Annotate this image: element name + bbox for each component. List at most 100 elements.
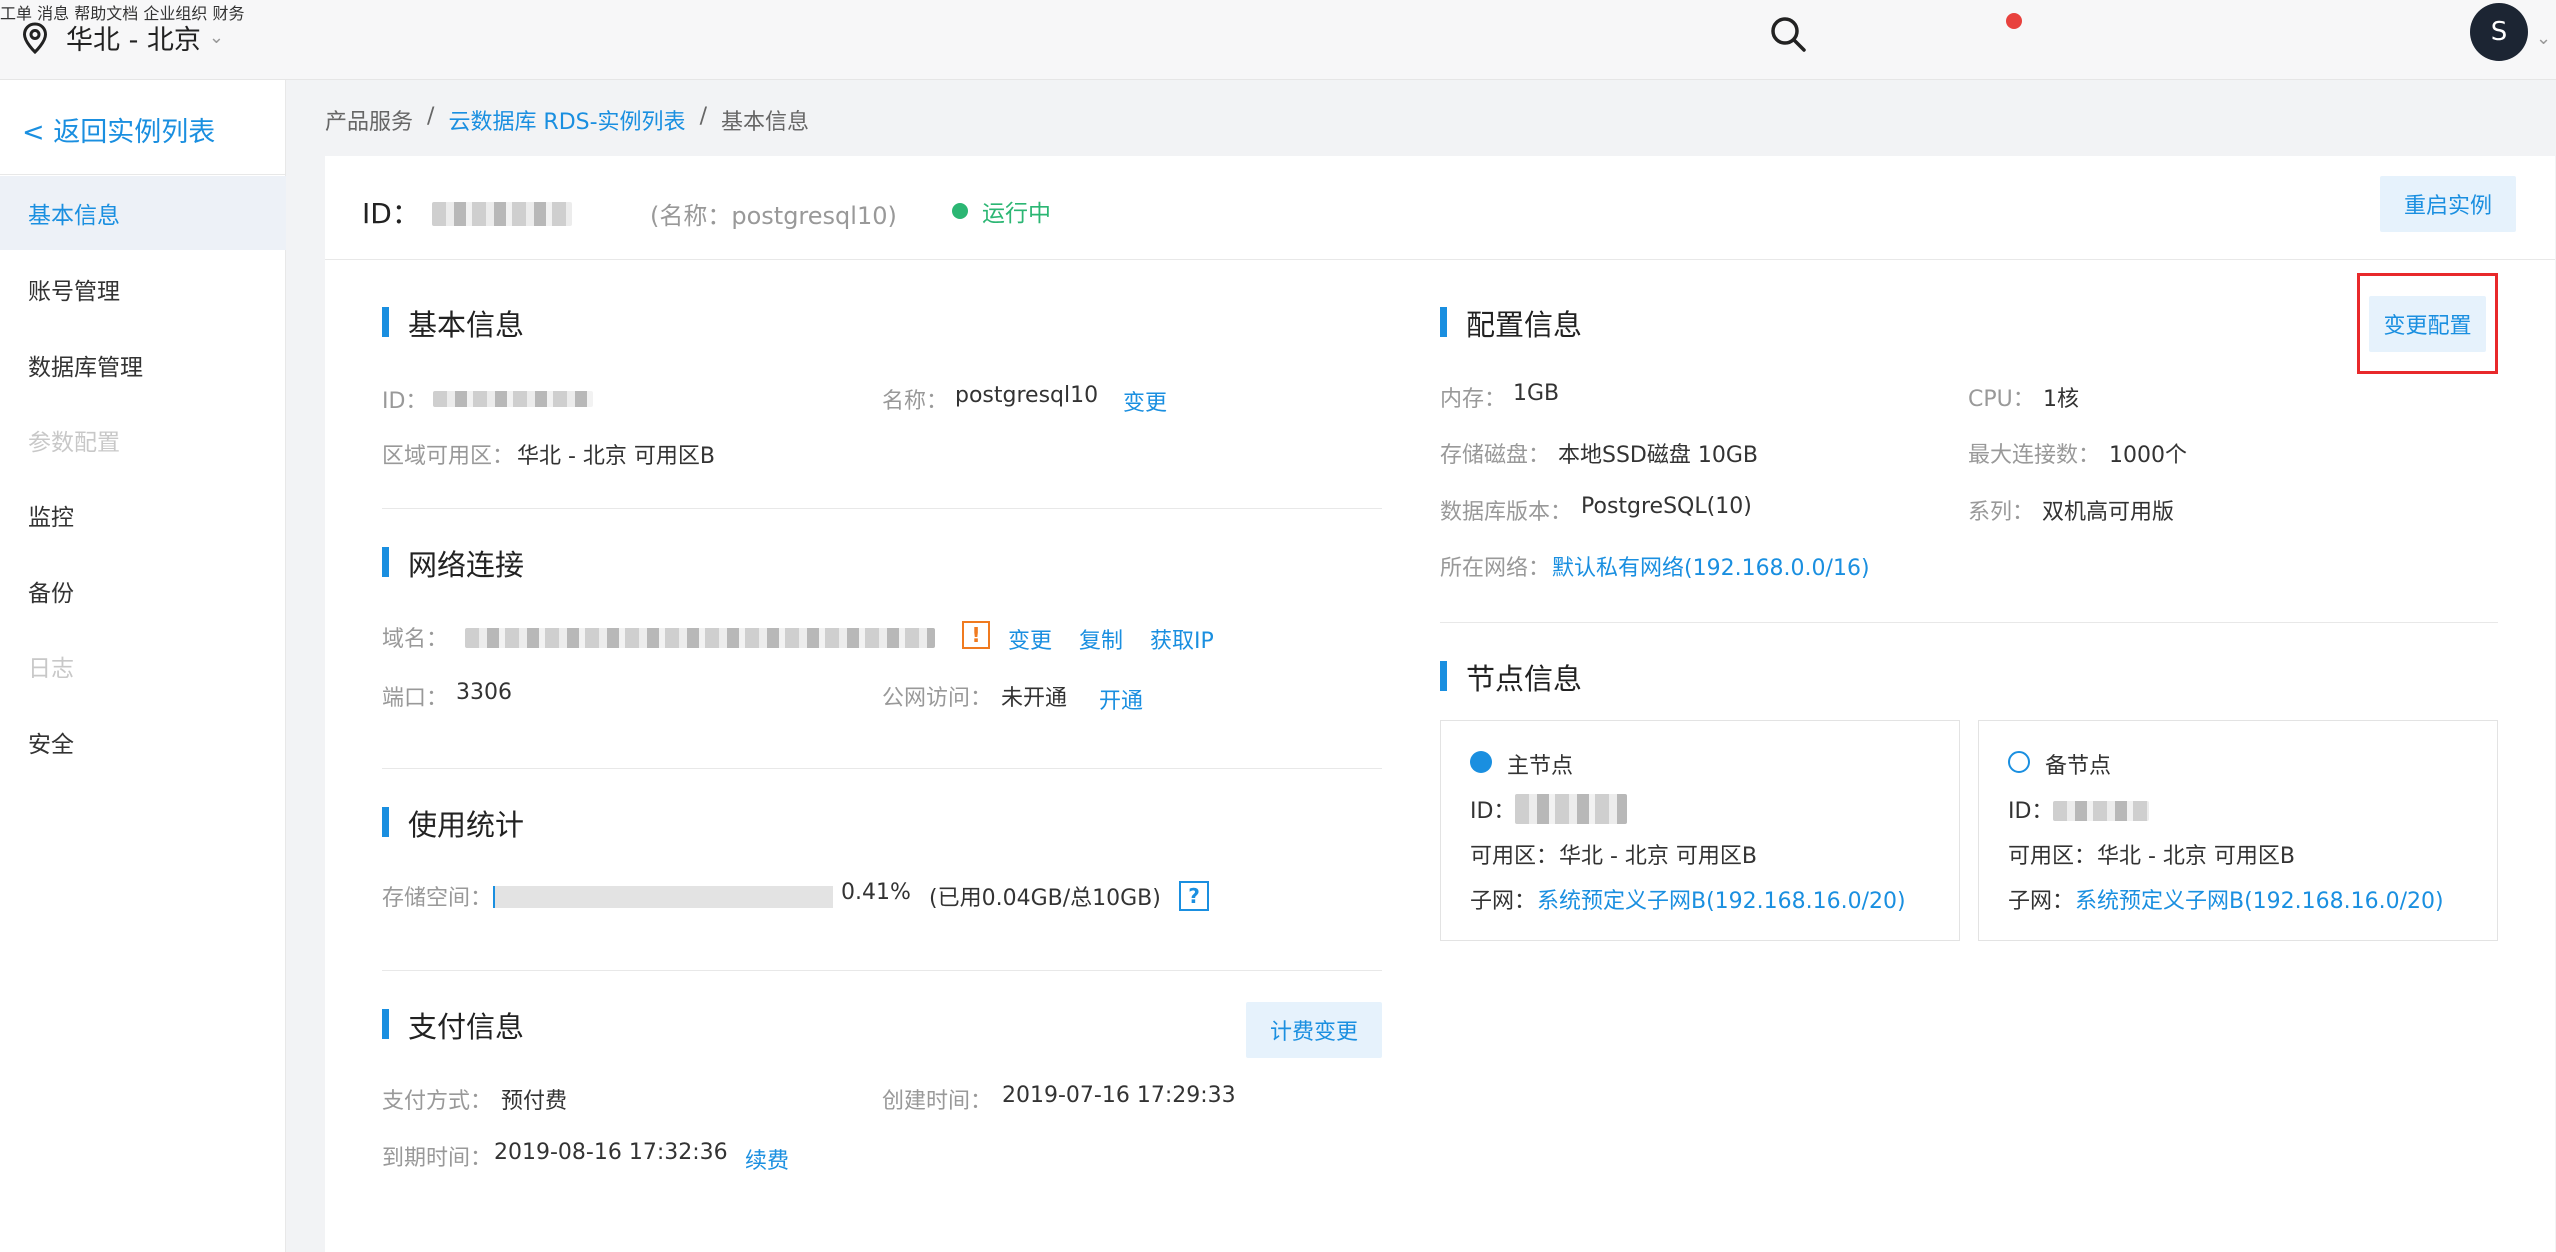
- basic-name-label: 名称：: [882, 389, 949, 414]
- section-title-usage: 使用统计: [382, 802, 524, 844]
- instance-id-label: ID：: [362, 197, 420, 230]
- primary-node-title: 主节点: [1507, 754, 1574, 779]
- created-time-value: 2019-07-16 17:29:33: [1002, 1083, 1236, 1108]
- section-title-nodes: 节点信息: [1440, 656, 1582, 698]
- zone-value: 华北 - 北京 可用区B: [517, 444, 716, 469]
- status-badge: 运行中: [952, 194, 1051, 228]
- back-to-list-link[interactable]: < 返回实例列表: [22, 110, 215, 149]
- max-conn-label: 最大连接数：: [1968, 443, 2101, 468]
- sidebar: < 返回实例列表 基本信息 账号管理 数据库管理 参数配置 监控 备份 日志 安…: [0, 80, 286, 1252]
- storage-percent: 0.41%: [841, 880, 911, 905]
- redacted-basic-id: [433, 391, 593, 407]
- breadcrumb-sep: /: [427, 104, 435, 129]
- user-avatar[interactable]: S: [2470, 3, 2528, 61]
- standby-subnet-link[interactable]: 系统预定义子网B(192.168.16.0/20): [2075, 883, 2444, 915]
- divider: [382, 768, 1382, 769]
- sidebar-item-basic-info[interactable]: 基本信息: [0, 176, 286, 250]
- sidebar-item-accounts[interactable]: 账号管理: [0, 252, 286, 326]
- chevron-down-icon: ⌄: [208, 27, 225, 48]
- divider: [382, 508, 1382, 509]
- sidebar-item-params: 参数配置: [28, 430, 120, 456]
- standby-subnet-label: 子网：: [2008, 889, 2075, 914]
- section-title-payment: 支付信息: [382, 1004, 524, 1046]
- help-icon[interactable]: ?: [1179, 881, 1209, 911]
- change-config-button[interactable]: 变更配置: [2369, 296, 2486, 352]
- vpc-link[interactable]: 默认私有网络(192.168.0.0/16): [1552, 550, 1870, 582]
- domain-change-link[interactable]: 变更: [1008, 623, 1052, 655]
- storage-detail: (已用0.04GB/总10GB): [929, 886, 1161, 911]
- sidebar-item-monitor[interactable]: 监控: [0, 478, 286, 552]
- port-label: 端口：: [382, 686, 449, 711]
- sidebar-item-security[interactable]: 安全: [0, 705, 286, 779]
- location-pin-icon: [22, 21, 48, 54]
- memory-label: 内存：: [1440, 387, 1507, 412]
- pay-method-label: 支付方式：: [382, 1089, 493, 1114]
- standby-node-card: 备节点 ID： 可用区： 华北 - 北京 可用区B 子网： 系统预定义子网B(1…: [1978, 720, 2498, 941]
- storage-progress-fill: [493, 886, 495, 908]
- primary-zone-label: 可用区：: [1470, 844, 1559, 869]
- redacted-standby-id: [2053, 801, 2149, 821]
- cpu-label: CPU：: [1968, 387, 2035, 412]
- section-title-config: 配置信息: [1440, 302, 1582, 344]
- redacted-domain: [465, 628, 935, 648]
- db-version-label: 数据库版本：: [1440, 500, 1573, 525]
- primary-node-id-label: ID：: [1470, 799, 1516, 824]
- series-label: 系列：: [1968, 500, 2035, 525]
- primary-node-card: 主节点 ID： 可用区： 华北 - 北京 可用区B 子网： 系统预定义子网B(1…: [1440, 720, 1960, 941]
- basic-id-label: ID：: [382, 389, 428, 414]
- status-text: 运行中: [982, 201, 1051, 227]
- primary-subnet-label: 子网：: [1470, 889, 1537, 914]
- instance-header: ID： (名称：postgresql10) 运行中 重启实例: [325, 156, 2555, 260]
- rename-link[interactable]: 变更: [1123, 385, 1167, 417]
- created-time-label: 创建时间：: [882, 1089, 993, 1114]
- breadcrumb-instance-list[interactable]: 云数据库 RDS-实例列表: [448, 104, 685, 136]
- status-dot-icon: [952, 203, 968, 219]
- pay-method-value: 预付费: [501, 1089, 568, 1114]
- standby-zone-label: 可用区：: [2008, 844, 2097, 869]
- standby-node-id-label: ID：: [2008, 799, 2054, 824]
- sidebar-divider: [0, 174, 286, 175]
- public-access-label: 公网访问：: [882, 686, 993, 711]
- redacted-primary-id: [1515, 794, 1627, 824]
- divider: [382, 970, 1382, 971]
- storage-progress-bar: [493, 886, 833, 908]
- top-bar: 华北 - 北京 ⌄ 工单 消息 帮助文档 企业组织 财务 S ⌄: [0, 0, 2556, 80]
- disk-value: 本地SSD磁盘 10GB: [1558, 443, 1758, 468]
- region-selector[interactable]: 华北 - 北京 ⌄: [22, 18, 224, 57]
- instance-name-hint: (名称：postgresql10): [650, 202, 897, 230]
- avatar-chevron-icon[interactable]: ⌄: [2536, 28, 2551, 49]
- breadcrumb-current: 基本信息: [720, 110, 809, 135]
- max-conn-value: 1000个: [2109, 443, 2187, 468]
- storage-label: 存储空间：: [382, 886, 493, 911]
- primary-node-radio: [1470, 751, 1492, 773]
- sidebar-item-logs: 日志: [28, 656, 74, 682]
- disk-label: 存储磁盘：: [1440, 443, 1551, 468]
- domain-label: 域名：: [382, 627, 449, 652]
- breadcrumb-sep: /: [699, 104, 707, 129]
- change-billing-button[interactable]: 计费变更: [1246, 1002, 1382, 1058]
- standby-node-title: 备节点: [2045, 754, 2112, 779]
- db-version-value: PostgreSQL(10): [1581, 494, 1752, 519]
- breadcrumb-root[interactable]: 产品服务: [325, 104, 413, 136]
- primary-subnet-link[interactable]: 系统预定义子网B(192.168.16.0/20): [1537, 883, 1906, 915]
- section-title-basic: 基本信息: [382, 302, 524, 344]
- cpu-value: 1核: [2043, 387, 2079, 412]
- restart-instance-button[interactable]: 重启实例: [2380, 176, 2516, 232]
- vpc-label: 所在网络：: [1440, 556, 1551, 581]
- sidebar-item-databases[interactable]: 数据库管理: [0, 328, 286, 402]
- breadcrumb: 产品服务 / 云数据库 RDS-实例列表 / 基本信息: [325, 104, 809, 136]
- get-ip-link[interactable]: 获取IP: [1150, 623, 1214, 655]
- domain-copy-link[interactable]: 复制: [1079, 623, 1123, 655]
- enable-public-link[interactable]: 开通: [1099, 683, 1143, 715]
- redacted-instance-id: [432, 202, 572, 226]
- series-value: 双机高可用版: [2042, 500, 2175, 525]
- divider: [1440, 622, 2498, 623]
- basic-name-value: postgresql10: [955, 383, 1099, 408]
- renew-link[interactable]: 续费: [745, 1143, 789, 1175]
- region-label: 华北 - 北京: [66, 25, 201, 56]
- memory-value: 1GB: [1513, 381, 1560, 406]
- warning-icon: !: [962, 621, 990, 649]
- sidebar-item-backup[interactable]: 备份: [0, 554, 286, 628]
- section-title-network: 网络连接: [382, 542, 524, 584]
- search-icon[interactable]: [1768, 14, 1808, 54]
